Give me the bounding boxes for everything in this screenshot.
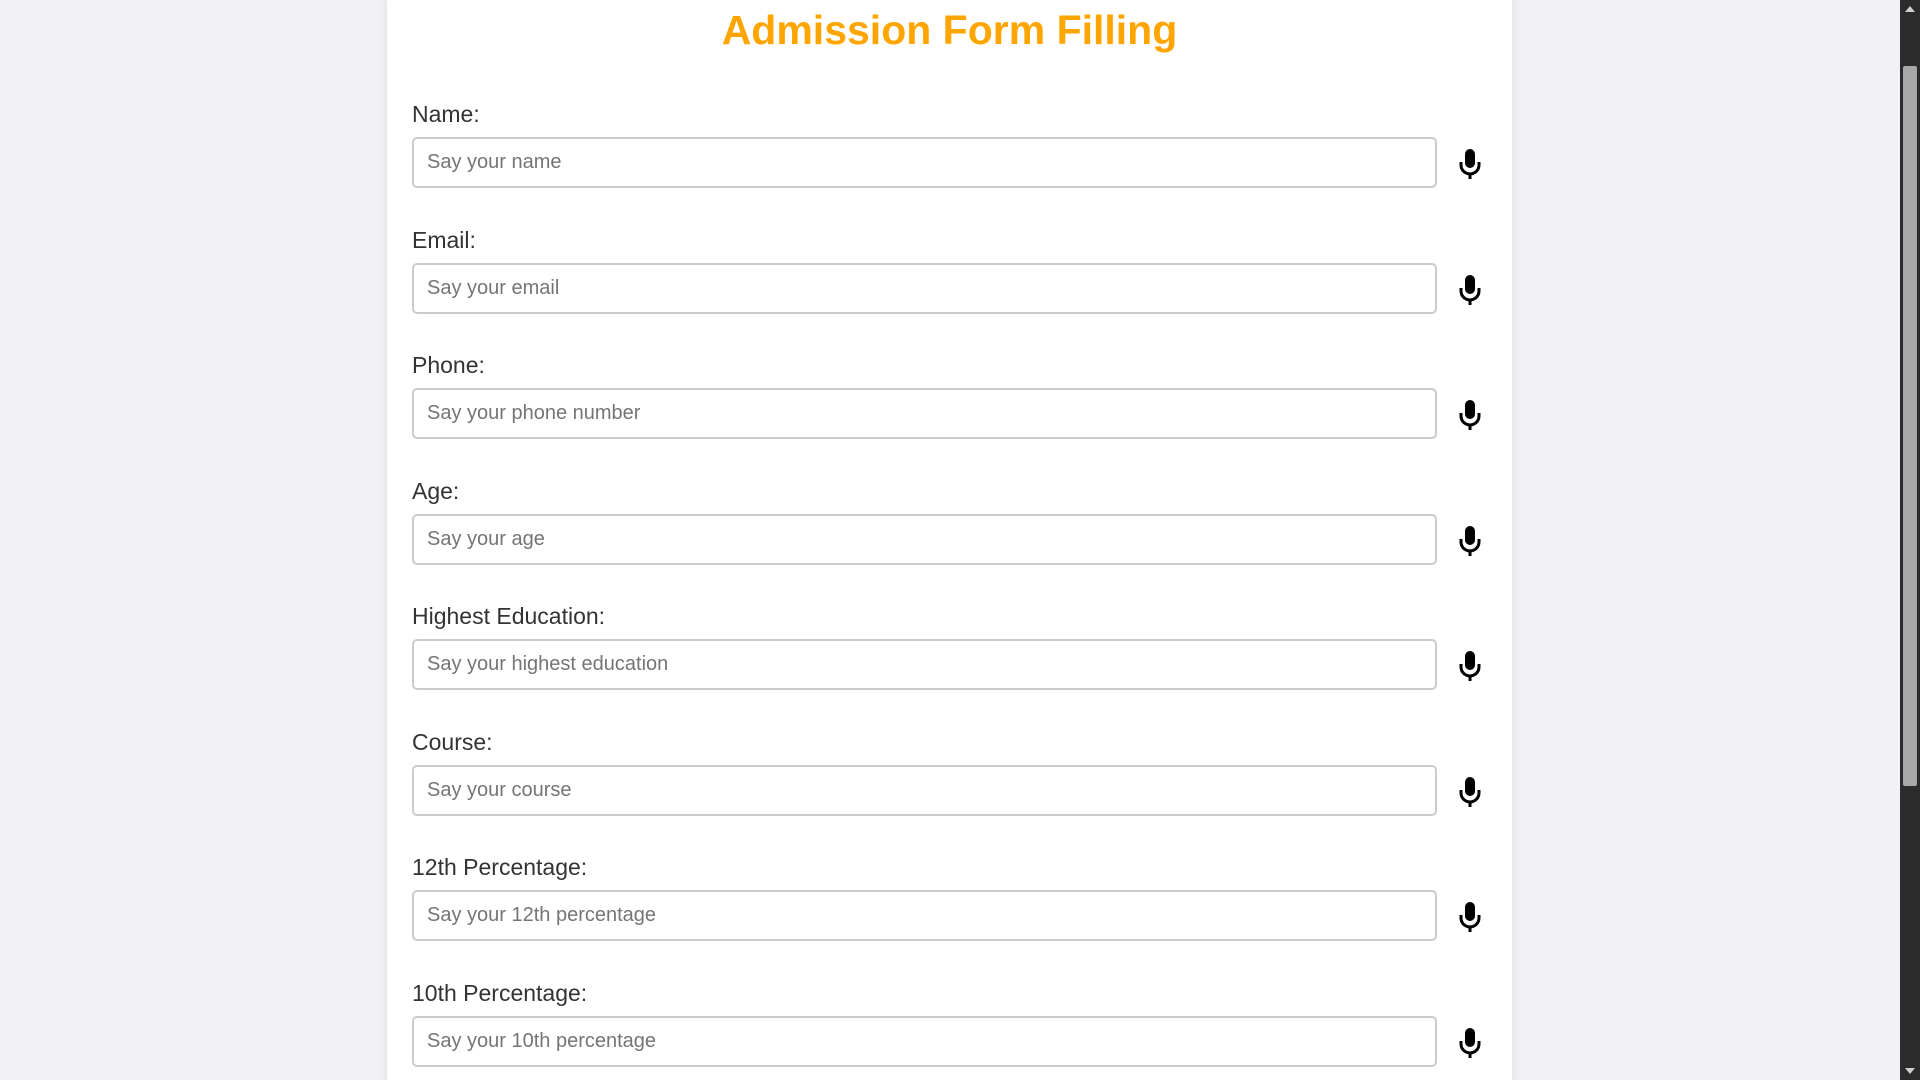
vertical-scrollbar[interactable] <box>1900 0 1920 1080</box>
microphone-icon <box>1459 399 1481 430</box>
field-course: Course: <box>412 728 1492 848</box>
course-input[interactable] <box>412 765 1437 816</box>
field-email: Email: <box>412 226 1492 346</box>
course-mic-button[interactable] <box>1450 765 1490 820</box>
10th-percentage-label: 10th Percentage: <box>412 980 588 1006</box>
microphone-icon <box>1459 650 1481 681</box>
page-viewport: Admission Form Filling Name: Email: <box>0 0 1920 1080</box>
email-label: Email: <box>412 227 476 253</box>
field-highest-education: Highest Education: <box>412 602 1492 722</box>
course-label: Course: <box>412 729 493 755</box>
highest-education-mic-button[interactable] <box>1450 639 1490 694</box>
email-mic-button[interactable] <box>1450 263 1490 318</box>
12th-percentage-label: 12th Percentage: <box>412 854 588 880</box>
scroll-thumb[interactable] <box>1903 66 1917 786</box>
microphone-icon <box>1459 776 1481 807</box>
highest-education-label: Highest Education: <box>412 603 606 629</box>
microphone-icon <box>1459 274 1481 305</box>
microphone-icon <box>1459 525 1481 556</box>
microphone-icon <box>1459 148 1481 179</box>
phone-input[interactable] <box>412 388 1437 439</box>
phone-mic-button[interactable] <box>1450 388 1490 443</box>
field-name: Name: <box>412 100 1492 220</box>
microphone-icon <box>1459 901 1481 932</box>
name-input[interactable] <box>412 137 1437 188</box>
12th-percentage-input[interactable] <box>412 890 1437 941</box>
age-input[interactable] <box>412 514 1437 565</box>
microphone-icon <box>1459 1027 1481 1058</box>
phone-label: Phone: <box>412 352 485 378</box>
10th-percentage-input[interactable] <box>412 1016 1437 1067</box>
name-label: Name: <box>412 101 480 127</box>
field-12th-percentage: 12th Percentage: <box>412 853 1492 973</box>
email-input[interactable] <box>412 263 1437 314</box>
highest-education-input[interactable] <box>412 639 1437 690</box>
field-age: Age: <box>412 477 1492 597</box>
scroll-down-arrow-icon[interactable] <box>1900 1062 1920 1080</box>
age-label: Age: <box>412 478 460 504</box>
field-10th-percentage: 10th Percentage: <box>412 979 1492 1080</box>
10th-percentage-mic-button[interactable] <box>1450 1016 1490 1071</box>
field-phone: Phone: <box>412 351 1492 471</box>
admission-form-card: Admission Form Filling Name: Email: <box>387 0 1512 1080</box>
name-mic-button[interactable] <box>1450 137 1490 192</box>
scroll-up-arrow-icon[interactable] <box>1900 0 1920 18</box>
12th-percentage-mic-button[interactable] <box>1450 890 1490 945</box>
age-mic-button[interactable] <box>1450 514 1490 569</box>
page-title: Admission Form Filling <box>721 7 1178 53</box>
